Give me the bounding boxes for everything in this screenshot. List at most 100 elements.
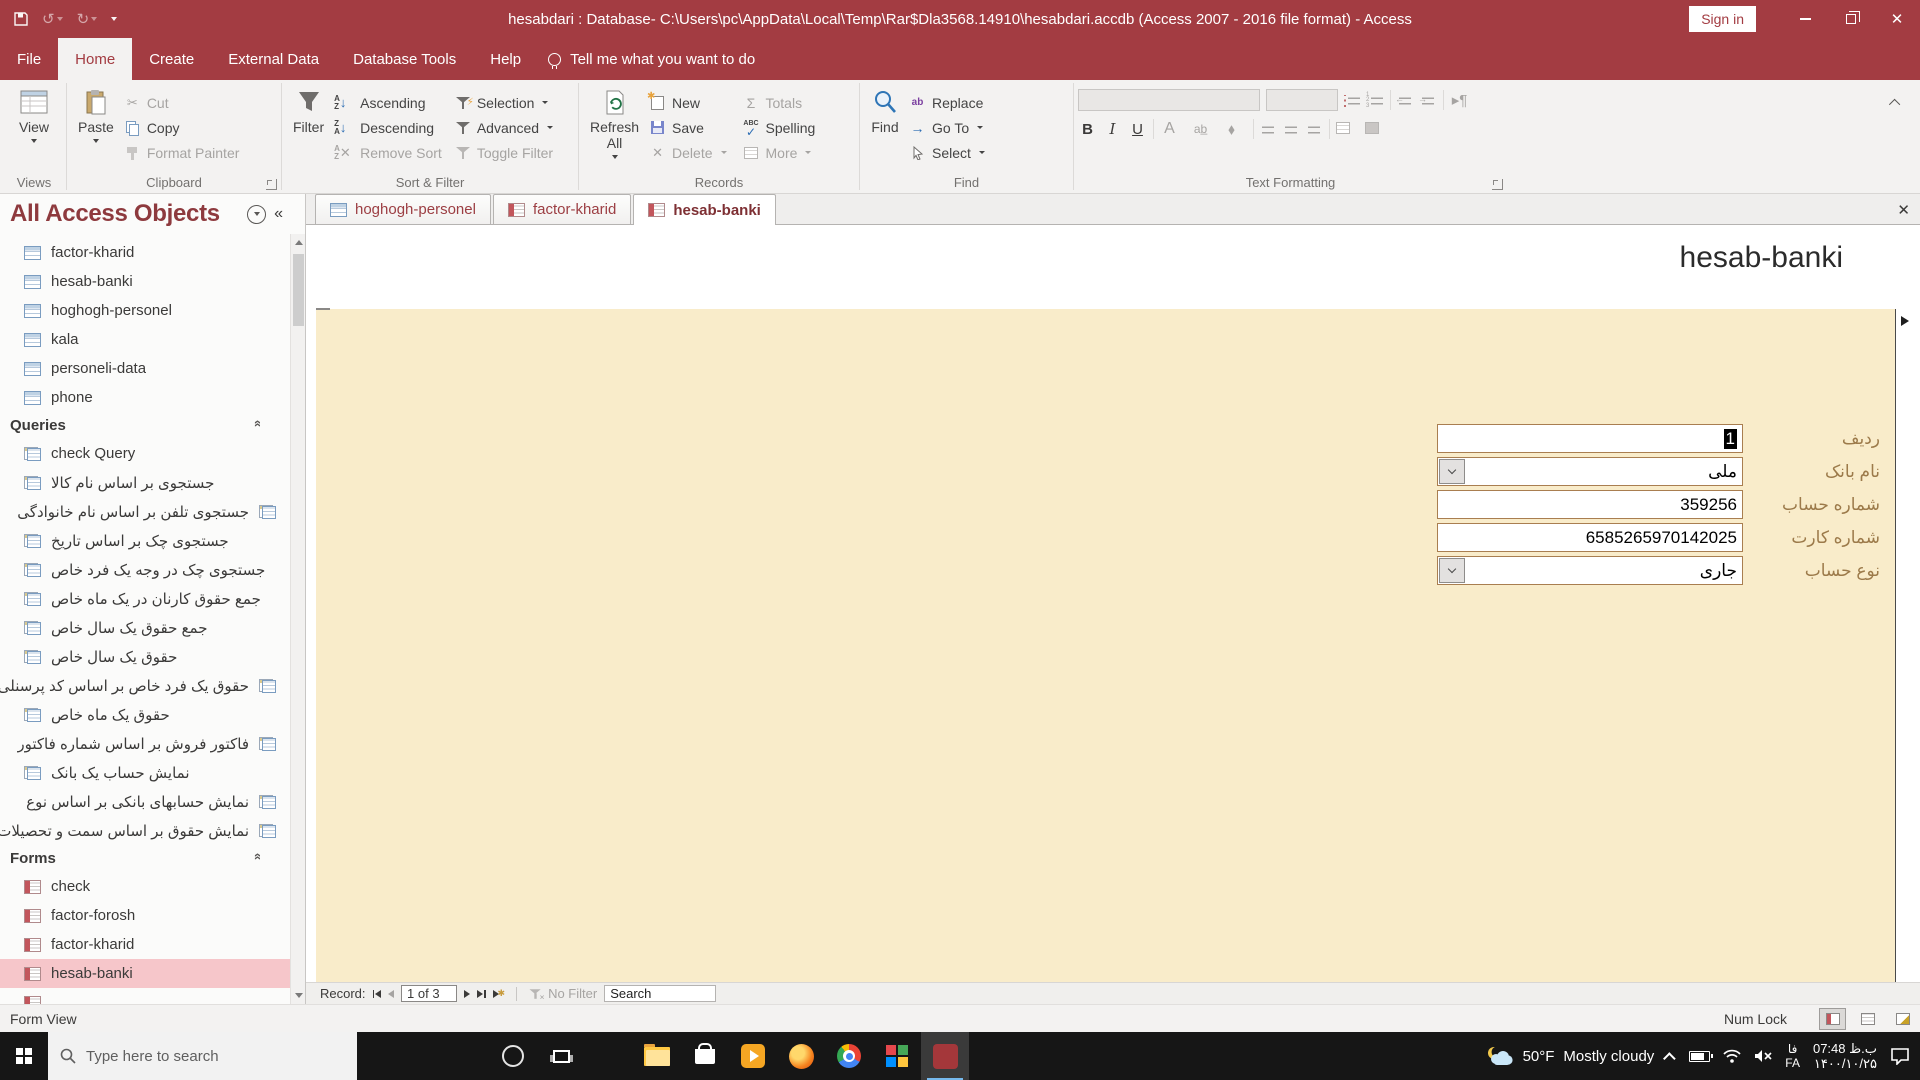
new-record-nav-button[interactable]: ✱ bbox=[492, 988, 505, 999]
nav-query-item[interactable]: نمایش حقوق بر اساس سمت و تحصیلات bbox=[0, 816, 290, 845]
refresh-all-button[interactable]: Refresh All bbox=[583, 85, 646, 163]
font-color-icon[interactable]: A bbox=[1160, 120, 1179, 138]
action-center-icon[interactable] bbox=[1890, 1047, 1910, 1065]
more-button[interactable]: More bbox=[740, 142, 819, 163]
nav-query-item[interactable]: حقوق یک فرد خاص بر اساس کد پرسنلی bbox=[0, 671, 290, 700]
ribbon-tab[interactable]: Help bbox=[473, 38, 538, 80]
tell-me-box[interactable]: Tell me what you want to do bbox=[548, 38, 755, 80]
advanced-button[interactable]: Advanced bbox=[453, 117, 556, 138]
text-direction-icon[interactable]: ▸¶ bbox=[1450, 91, 1469, 109]
media-player-icon[interactable] bbox=[729, 1032, 777, 1080]
record-selector-bar[interactable] bbox=[1896, 225, 1920, 982]
new-record-button[interactable]: New bbox=[646, 91, 729, 113]
cut-button[interactable]: ✂ Cut bbox=[121, 92, 243, 113]
save-icon[interactable] bbox=[14, 12, 28, 26]
nav-scrollbar[interactable] bbox=[290, 234, 305, 1004]
last-record-button[interactable] bbox=[477, 989, 486, 998]
numbering-icon[interactable] bbox=[1366, 92, 1384, 109]
nav-form-item[interactable] bbox=[0, 988, 290, 1004]
nav-table-item[interactable]: hesab-banki bbox=[0, 267, 290, 296]
replace-button[interactable]: ab Replace bbox=[906, 92, 988, 113]
filter-indicator[interactable]: ✕ No Filter bbox=[528, 986, 597, 1001]
record-search-input[interactable]: Search bbox=[604, 985, 717, 1002]
document-tab[interactable]: hoghogh-personel bbox=[315, 194, 491, 224]
delete-record-button[interactable]: ✕ Delete bbox=[646, 142, 729, 163]
selection-button[interactable]: ⚡ Selection bbox=[453, 92, 556, 113]
minimize-button[interactable] bbox=[1782, 0, 1828, 38]
font-size-combo[interactable] bbox=[1266, 89, 1338, 111]
nav-table-item[interactable]: personeli-data bbox=[0, 354, 290, 383]
task-view-icon[interactable] bbox=[537, 1032, 585, 1080]
nav-query-item[interactable]: نمایش حساب یک بانک bbox=[0, 758, 290, 787]
toggle-filter-button[interactable]: Toggle Filter bbox=[453, 142, 556, 163]
form-view-button[interactable] bbox=[1819, 1007, 1846, 1030]
datasheet-view-button[interactable] bbox=[1854, 1008, 1881, 1030]
italic-icon[interactable]: I bbox=[1103, 120, 1122, 138]
format-painter-button[interactable]: Format Painter bbox=[121, 142, 243, 163]
nav-group-queries[interactable]: Queries» bbox=[0, 412, 290, 439]
taskbar-search-input[interactable]: Type here to search bbox=[48, 1032, 357, 1080]
bullets-icon[interactable] bbox=[1344, 92, 1361, 108]
nav-query-item[interactable]: حقوق یک ماه خاص bbox=[0, 700, 290, 729]
nav-query-item[interactable]: نمایش حسابهای بانکی بر اساس نوع bbox=[0, 787, 290, 816]
combo-dropdown-icon[interactable] bbox=[1439, 459, 1465, 484]
highlight-color-icon[interactable]: ab̲ bbox=[1191, 122, 1210, 136]
nav-query-item[interactable]: جستجوی چک بر اساس تاریخ bbox=[0, 526, 290, 555]
collapse-group-icon[interactable]: » bbox=[249, 853, 264, 860]
text-formatting-dialog-launcher-icon[interactable] bbox=[1492, 179, 1503, 190]
field-input[interactable]: جاری bbox=[1437, 556, 1743, 585]
ribbon-tab[interactable]: Database Tools bbox=[336, 38, 473, 80]
select-button[interactable]: Select bbox=[906, 142, 988, 163]
nav-query-item[interactable]: جستجوی بر اساس نام کالا bbox=[0, 468, 290, 497]
chrome-icon[interactable] bbox=[825, 1032, 873, 1080]
edge-icon[interactable] bbox=[585, 1032, 633, 1080]
firefox-icon[interactable] bbox=[777, 1032, 825, 1080]
design-view-button[interactable] bbox=[1889, 1008, 1916, 1030]
combo-dropdown-icon[interactable] bbox=[1439, 558, 1465, 583]
clipboard-dialog-launcher-icon[interactable] bbox=[266, 179, 277, 190]
nav-query-item[interactable]: جمع حقوق کارنان در یک ماه خاص bbox=[0, 584, 290, 613]
undo-icon[interactable]: ↺ bbox=[42, 10, 63, 28]
nav-query-item[interactable]: فاکتور فروش بر اساس شماره فاکتور bbox=[0, 729, 290, 758]
nav-form-item[interactable]: hesab-banki bbox=[0, 959, 290, 988]
nav-table-item[interactable]: hoghogh-personel bbox=[0, 296, 290, 325]
save-record-button[interactable]: Save bbox=[646, 117, 729, 138]
photos-icon[interactable] bbox=[873, 1032, 921, 1080]
ribbon-tab[interactable]: Create bbox=[132, 38, 211, 80]
nav-query-item[interactable]: جمع حقوق یک سال خاص bbox=[0, 613, 290, 642]
filter-button[interactable]: Filter bbox=[286, 85, 331, 139]
nav-menu-dropdown-icon[interactable] bbox=[247, 204, 267, 224]
background-fill-icon[interactable]: ⬧ bbox=[1222, 121, 1241, 138]
underline-icon[interactable]: U bbox=[1128, 121, 1147, 138]
paste-button[interactable]: Paste bbox=[71, 85, 121, 147]
goto-button[interactable]: → Go To bbox=[906, 117, 988, 138]
increase-indent-icon[interactable] bbox=[1418, 92, 1437, 108]
field-input[interactable]: ملی bbox=[1437, 457, 1743, 486]
document-tab[interactable]: factor-kharid bbox=[492, 194, 632, 224]
document-tab[interactable]: hesab-banki bbox=[633, 194, 776, 225]
nav-form-item[interactable]: check bbox=[0, 872, 290, 901]
ribbon-tab[interactable]: Home bbox=[58, 38, 133, 80]
previous-record-button[interactable] bbox=[388, 989, 395, 998]
scrollbar-thumb[interactable] bbox=[293, 254, 304, 326]
view-button[interactable]: View bbox=[12, 85, 56, 147]
collapse-group-icon[interactable]: » bbox=[249, 420, 264, 427]
cortana-icon[interactable] bbox=[489, 1032, 537, 1080]
close-button[interactable]: ✕ bbox=[1874, 0, 1920, 38]
spelling-button[interactable]: ABC ✓ Spelling bbox=[740, 117, 819, 138]
volume-muted-icon[interactable] bbox=[1754, 1049, 1772, 1063]
scroll-up-icon[interactable] bbox=[291, 234, 305, 251]
alternate-row-color-icon[interactable] bbox=[1365, 121, 1382, 137]
field-input[interactable]: 6585265970142025 bbox=[1437, 523, 1743, 552]
hidden-icons-chevron-icon[interactable] bbox=[1663, 1051, 1677, 1065]
nav-form-item[interactable]: factor-kharid bbox=[0, 930, 290, 959]
close-document-icon[interactable]: ✕ bbox=[1897, 201, 1910, 219]
collapse-ribbon-button[interactable] bbox=[1874, 80, 1918, 124]
decrease-indent-icon[interactable] bbox=[1395, 92, 1414, 108]
next-record-button[interactable] bbox=[464, 989, 471, 998]
record-position-box[interactable]: 1 of 3 bbox=[401, 985, 458, 1002]
customize-qat-icon[interactable] bbox=[111, 17, 118, 21]
access-icon[interactable] bbox=[921, 1032, 969, 1080]
first-record-button[interactable] bbox=[372, 989, 382, 998]
sign-in-button[interactable]: Sign in bbox=[1689, 6, 1756, 32]
